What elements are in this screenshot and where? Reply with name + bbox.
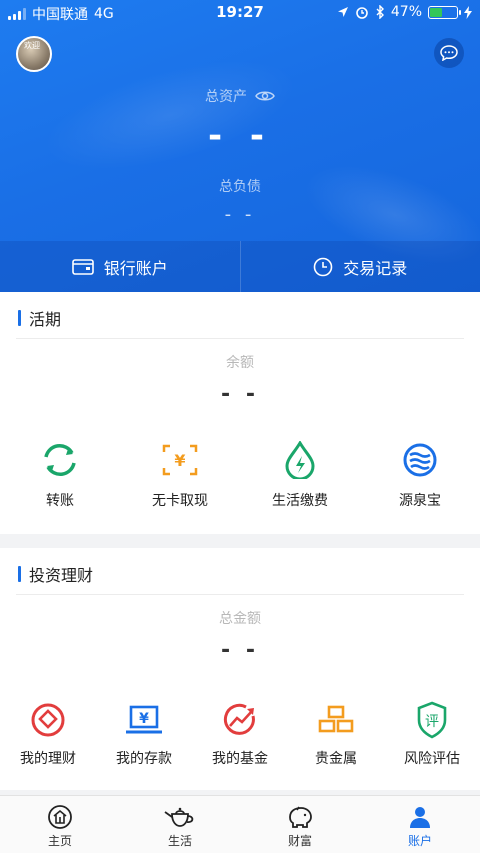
gold-bars-icon <box>318 705 354 733</box>
tab-life-label: 生活 <box>167 834 192 848</box>
balance-label: 余额 <box>226 355 254 371</box>
avatar-text: 欢迎 <box>24 41 40 50</box>
investment-title: 投资理财 <box>29 566 94 585</box>
deposit-icon: ¥ <box>126 705 162 734</box>
risk-assessment-button[interactable]: 评 风险评估 <box>384 700 480 768</box>
alarm-icon <box>356 7 368 19</box>
tab-home-label: 主页 <box>47 834 72 848</box>
my-wealth-button[interactable]: 我的理财 <box>0 700 96 768</box>
bank-account-button[interactable]: 银行账户 <box>0 241 240 292</box>
my-deposit-label: 我的存款 <box>116 751 172 767</box>
card-icon <box>71 258 94 275</box>
svg-text:¥: ¥ <box>174 451 185 470</box>
charging-icon <box>464 5 472 19</box>
current-account-card: 活期 余额 - - 转账 ¥ 无卡取现 生活缴费 源泉宝 <box>0 292 480 534</box>
transfer-icon <box>44 444 76 476</box>
cardless-cash-label: 无卡取现 <box>152 493 208 509</box>
transaction-history-label: 交易记录 <box>343 258 408 278</box>
current-title: 活期 <box>29 310 62 329</box>
piggy-bank-icon <box>289 806 312 828</box>
divider <box>16 338 464 339</box>
transfer-label: 转账 <box>46 493 74 509</box>
tab-bar: 主页 生活 财富 账户 <box>0 795 480 853</box>
transfer-button[interactable]: 转账 <box>0 440 120 510</box>
user-icon <box>410 807 430 828</box>
my-fund-button[interactable]: 我的基金 <box>192 700 288 768</box>
bank-account-label: 银行账户 <box>103 258 168 278</box>
fountain-label: 源泉宝 <box>399 493 441 509</box>
bill-pay-icon <box>285 441 315 479</box>
bill-pay-label: 生活缴费 <box>272 493 328 509</box>
header-decoration <box>32 37 308 193</box>
account-header: 中国联通 4G 19:27 47% 欢迎 总资产 - - 总负债 - - 银行账… <box>0 0 480 292</box>
eye-icon[interactable] <box>255 89 275 103</box>
tab-wealth-label: 财富 <box>287 834 312 848</box>
cardless-cash-button[interactable]: ¥ 无卡取现 <box>120 440 240 510</box>
tab-wealth[interactable]: 财富 <box>240 796 360 853</box>
fountain-icon <box>403 443 437 477</box>
fund-icon <box>223 703 255 735</box>
header-actions: 银行账户 交易记录 <box>0 241 480 292</box>
total-assets-label: 总资产 <box>205 89 247 105</box>
risk-shield-icon: 评 <box>417 701 447 739</box>
my-wealth-label: 我的理财 <box>20 751 76 767</box>
risk-badge-text: 评 <box>425 714 439 730</box>
my-fund-label: 我的基金 <box>212 751 268 767</box>
total-liabilities-label: 总负债 <box>219 179 261 195</box>
transaction-history-button[interactable]: 交易记录 <box>241 241 480 292</box>
location-icon <box>337 7 348 17</box>
battery-icon <box>428 5 461 19</box>
status-bar: 中国联通 4G 19:27 47% <box>0 0 480 24</box>
total-liabilities-value: - - <box>224 204 256 225</box>
chat-bubble-icon <box>440 45 458 61</box>
total-amount-value: - - <box>221 638 259 663</box>
tab-account[interactable]: 账户 <box>360 796 480 853</box>
avatar[interactable]: 欢迎 <box>16 36 52 72</box>
wealth-icon <box>31 703 65 737</box>
divider <box>16 594 464 595</box>
precious-metals-button[interactable]: 贵金属 <box>288 700 384 768</box>
home-icon <box>48 805 72 829</box>
teapot-icon <box>164 807 194 827</box>
tab-account-label: 账户 <box>407 834 432 848</box>
precious-metals-label: 贵金属 <box>315 751 357 767</box>
bill-pay-button[interactable]: 生活缴费 <box>240 440 360 510</box>
total-assets-value: - - <box>207 116 273 156</box>
tab-home[interactable]: 主页 <box>0 796 120 853</box>
my-deposit-button[interactable]: ¥ 我的存款 <box>96 700 192 768</box>
fountain-button[interactable]: 源泉宝 <box>360 440 480 510</box>
tab-life[interactable]: 生活 <box>120 796 240 853</box>
balance-value: - - <box>221 382 259 407</box>
investment-card: 投资理财 总金额 - - 我的理财 ¥ 我的存款 我的基金 贵金属 评 风险评估 <box>0 548 480 790</box>
battery-percent: 47% <box>390 4 422 20</box>
risk-assessment-label: 风险评估 <box>404 751 460 767</box>
message-button[interactable] <box>434 38 464 68</box>
title-accent <box>18 566 21 582</box>
clock-icon <box>313 257 333 276</box>
cardless-cash-icon: ¥ <box>162 444 198 476</box>
bluetooth-icon <box>376 5 384 19</box>
total-amount-label: 总金额 <box>219 611 261 627</box>
title-accent <box>18 310 21 326</box>
svg-text:¥: ¥ <box>139 711 149 727</box>
